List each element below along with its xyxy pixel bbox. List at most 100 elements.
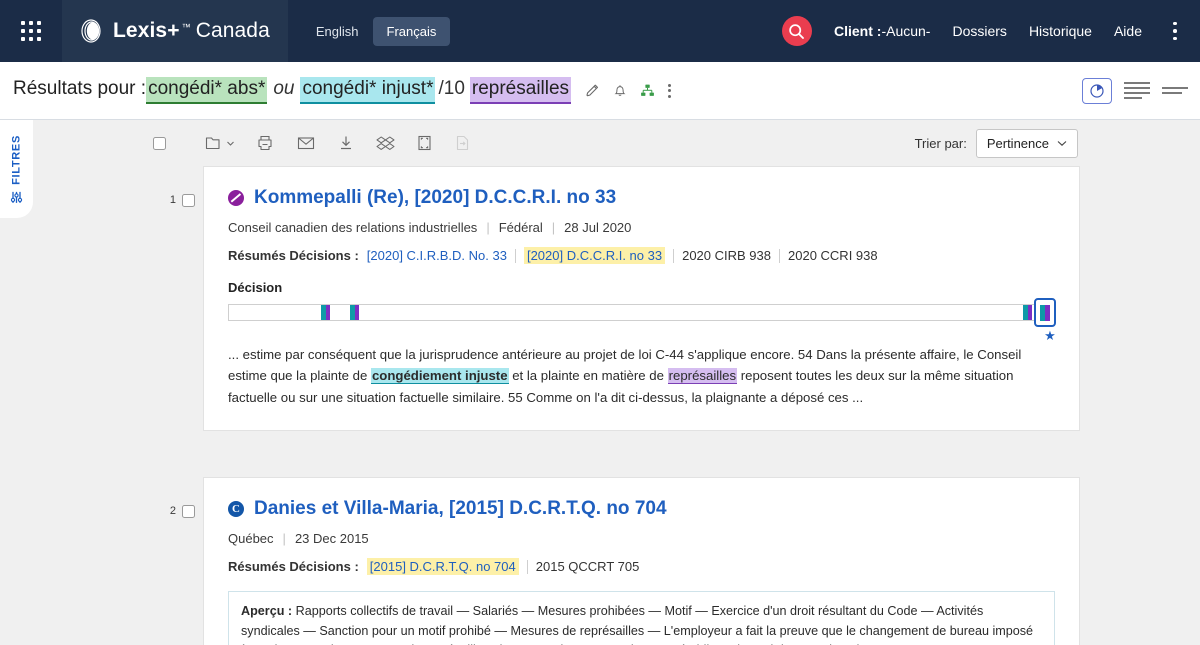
result-number: 1 [169,194,176,206]
filters-label: FILTRES [10,134,23,185]
search-icon[interactable] [781,16,812,46]
view-toggle-group [1082,77,1188,104]
results-list: 1 Kommepalli (Re), [2020] D.C.C.R.I. no … [33,166,1200,645]
snippet-part-2: et la plainte en matière de [508,368,668,384]
snippet-highlight-purple: représailles [667,368,738,385]
term-hit-marker[interactable] [321,305,331,320]
result-metadata: Québec | 23 Dec 2015 [228,531,1055,546]
snippet-highlight-cyan: congédiement injuste [370,368,509,385]
list-expanded-icon[interactable] [1124,82,1150,99]
document-export-button[interactable] [450,130,475,156]
result-snippet: ... estime par conséquent que la jurispr… [228,344,1055,408]
sort-label: Trier par: [914,135,967,151]
result-court: Québec [228,531,274,547]
citation-link[interactable]: [2020] C.I.R.B.D. No. 33 [367,248,507,263]
filter-icon [10,190,23,203]
toolbar-actions [153,130,475,156]
query-proximity: /10 [438,78,465,99]
result-card: C Danies et Villa-Maria, [2015] D.C.R.T.… [203,477,1080,645]
result-citations: Résumés Décisions : [2020] C.I.R.B.D. No… [228,247,1055,264]
brand-name: Lexis+ [113,19,180,42]
result-jurisdiction: Fédéral [498,220,543,235]
result-title-link[interactable]: Danies et Villa-Maria, [2015] D.C.R.T.Q.… [254,498,667,520]
sort-select[interactable]: Pertinence [975,128,1078,158]
chevron-down-icon [227,141,234,146]
term-hit-bar[interactable]: ★ [228,298,1057,343]
save-to-folder-button[interactable] [201,131,239,156]
lexis-nexis-logo-icon [78,18,104,44]
term-hit-marker[interactable] [1023,305,1033,320]
list-compact-icon[interactable] [1162,87,1188,94]
meta-divider: | [486,220,490,235]
result-title-row: C Danies et Villa-Maria, [2015] D.C.R.T.… [228,498,1055,520]
top-navigation-bar: Lexis+ ™ Canada English Français Client :… [0,0,1200,62]
client-selector[interactable]: Client :-Aucun- [834,23,930,39]
citation-plain: 2020 CIRB 938 [682,248,771,263]
pencil-icon[interactable] [585,83,600,98]
apercu-label: Aperçu : [241,604,293,619]
result-title-link[interactable]: Kommepalli (Re), [2020] D.C.C.R.I. no 33 [254,187,616,209]
dropbox-icon[interactable] [372,130,399,156]
result-citations: Résumés Décisions : [2015] D.C.R.T.Q. no… [228,558,1055,576]
result-date: 23 Dec 2015 [294,531,369,547]
download-button[interactable] [333,130,359,156]
query-term-1: congédi* abs* [146,77,268,104]
apps-grid-icon[interactable] [0,0,62,62]
results-toolbar: Trier par: Pertinence [33,120,1200,166]
query-action-icons [585,83,672,98]
results-content-column: Trier par: Pertinence 1 Kommepalli (Re),… [33,120,1200,645]
meta-divider: | [551,220,556,235]
purple-slash-icon[interactable] [228,190,244,206]
result-card: Kommepalli (Re), [2020] D.C.C.R.I. no 33… [203,166,1080,432]
citations-label: Résumés Décisions : [228,559,359,575]
query-prefix: Résultats pour : [13,78,147,99]
select-all-checkbox[interactable] [153,136,166,150]
result-index-group: 1 [153,166,203,207]
document-select-button[interactable] [412,130,437,156]
citation-highlighted[interactable]: [2020] D.C.C.R.I. no 33 [523,247,666,264]
page-body: FILTRES Trier par: Pertinence 1 Kommepal… [0,120,1200,645]
result-court: Conseil canadien des relations industrie… [228,220,478,235]
citations-label: Résumés Décisions : [228,248,359,263]
star-icon: ★ [1044,328,1056,343]
result-checkbox[interactable] [182,194,195,207]
citation-plain: 2020 CCRI 938 [788,248,878,263]
kebab-vertical-icon[interactable] [668,83,672,98]
print-button[interactable] [252,130,279,156]
sort-value: Pertinence [986,135,1049,151]
lang-button-francais[interactable]: Français [372,16,451,46]
result-checkbox[interactable] [182,505,195,519]
result-item: 1 Kommepalli (Re), [2020] D.C.C.R.I. no … [153,166,1080,432]
pie-chart-icon[interactable] [1082,77,1112,104]
kebab-vertical-icon[interactable] [1164,18,1186,44]
term-hit-marker-selected[interactable] [1034,298,1057,327]
email-button[interactable] [292,131,320,155]
filters-tab-button[interactable]: FILTRES [0,120,33,218]
term-hit-marker[interactable] [350,305,360,320]
result-date: 28 Jul 2020 [564,220,632,235]
citation-plain: 2015 QCCRT 705 [535,559,640,575]
blue-c-icon[interactable]: C [228,501,244,518]
term-hit-bar-wrapper: ★ [228,298,1057,343]
org-chart-icon[interactable] [640,83,655,98]
nav-link-historique[interactable]: Historique [1029,23,1092,39]
query-term-3: représailles [469,77,572,104]
chevron-down-icon [1057,140,1067,146]
brand-suffix: Canada [195,19,270,42]
decision-section-label: Décision [228,280,283,295]
client-value: -Aucun- [881,23,931,39]
lang-button-english[interactable]: English [302,17,373,46]
top-nav-right-group: Client :-Aucun- Dossiers Historique Aide [781,16,1200,46]
citation-highlighted[interactable]: [2015] D.C.R.T.Q. no 704 [366,558,519,576]
filters-rail: FILTRES [0,120,33,645]
nav-link-aide[interactable]: Aide [1114,23,1142,39]
query-operator: ou [273,78,295,99]
sort-control: Trier par: Pertinence [914,128,1200,158]
bell-icon[interactable] [613,83,627,98]
result-title-row: Kommepalli (Re), [2020] D.C.C.R.I. no 33 [228,187,1055,209]
nav-link-dossiers[interactable]: Dossiers [952,23,1006,39]
result-index-group: 2 [153,477,203,519]
brand-logo[interactable]: Lexis+ ™ Canada [62,0,288,62]
apercu-text: Rapports collectifs de travail — Salarié… [241,604,1034,645]
citation-divider [673,248,675,263]
